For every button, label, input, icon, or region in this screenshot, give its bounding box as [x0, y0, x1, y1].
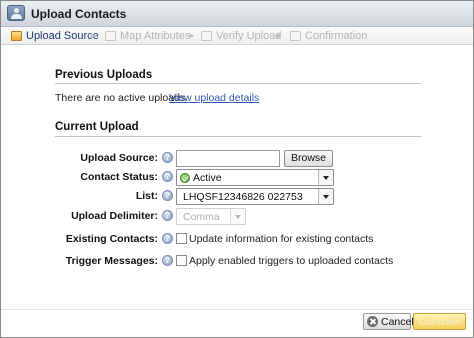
step-label: Map Attributes	[120, 30, 191, 42]
step-confirmation-icon	[290, 31, 301, 41]
upload-delimiter-value: Comma	[183, 211, 220, 223]
help-icon[interactable]: ?	[162, 210, 173, 221]
contact-status-value: Active	[193, 172, 222, 184]
step-arrow-icon: ►	[188, 31, 196, 40]
upload-contacts-dialog: Upload Contacts Upload Source ► Map Attr…	[0, 0, 474, 338]
help-icon[interactable]: ?	[162, 255, 173, 266]
existing-contacts-checkbox[interactable]	[176, 233, 187, 244]
current-upload-heading: Current Upload	[55, 121, 139, 133]
previous-uploads-heading: Previous Uploads	[55, 69, 153, 81]
step-label: Upload Source	[26, 30, 99, 42]
upload-delimiter-label: Upload Delimiter:	[71, 210, 158, 222]
continue-button[interactable]: Continue	[413, 313, 466, 330]
continue-label: Continue	[418, 316, 461, 328]
title-bar[interactable]: Upload Contacts	[1, 1, 473, 27]
existing-contacts-checkbox-label[interactable]: Update information for existing contacts	[189, 233, 373, 245]
help-icon[interactable]: ?	[162, 152, 173, 163]
contacts-icon	[7, 5, 25, 21]
list-label: List:	[135, 190, 158, 202]
cancel-label: Cancel	[381, 316, 414, 328]
step-verify-upload-icon	[201, 31, 212, 41]
contact-status-label: Contact Status:	[80, 171, 158, 183]
upload-source-input[interactable]	[176, 150, 280, 167]
section-divider	[55, 136, 421, 137]
step-arrow-icon: ►	[89, 31, 97, 40]
cancel-button[interactable]: Cancel	[363, 313, 414, 330]
existing-contacts-label: Existing Contacts:	[65, 233, 158, 245]
footer-divider	[1, 309, 473, 310]
list-value: LHQSF12346826 022753	[183, 191, 303, 203]
trigger-messages-label: Trigger Messages:	[65, 255, 158, 267]
green-check-icon	[180, 173, 190, 183]
step-map-attributes-icon	[105, 31, 116, 41]
browse-button[interactable]: Browse	[284, 150, 333, 167]
chevron-down-icon	[230, 209, 245, 224]
section-divider	[55, 83, 421, 84]
cancel-icon	[367, 316, 378, 327]
step-label: Confirmation	[305, 30, 368, 42]
help-icon[interactable]: ?	[162, 190, 173, 201]
trigger-messages-checkbox[interactable]	[176, 255, 187, 266]
trigger-messages-checkbox-label[interactable]: Apply enabled triggers to uploaded conta…	[189, 255, 393, 267]
chevron-down-icon	[318, 189, 333, 204]
chevron-down-icon	[318, 170, 333, 185]
wizard-steps: Upload Source ► Map Attributes ► Verify …	[1, 27, 473, 45]
step-label: Verify Upload	[216, 30, 282, 42]
help-icon[interactable]: ?	[162, 171, 173, 182]
step-upload-source-icon	[11, 31, 22, 41]
help-icon[interactable]: ?	[162, 233, 173, 244]
list-select[interactable]: LHQSF12346826 022753	[176, 188, 334, 205]
view-upload-details-link[interactable]: View upload details	[169, 92, 259, 104]
window-title: Upload Contacts	[31, 7, 127, 21]
upload-delimiter-select: Comma	[176, 208, 246, 225]
contact-status-select[interactable]: Active	[176, 169, 334, 186]
step-arrow-icon: ►	[275, 31, 283, 40]
upload-source-label: Upload Source:	[80, 152, 158, 164]
